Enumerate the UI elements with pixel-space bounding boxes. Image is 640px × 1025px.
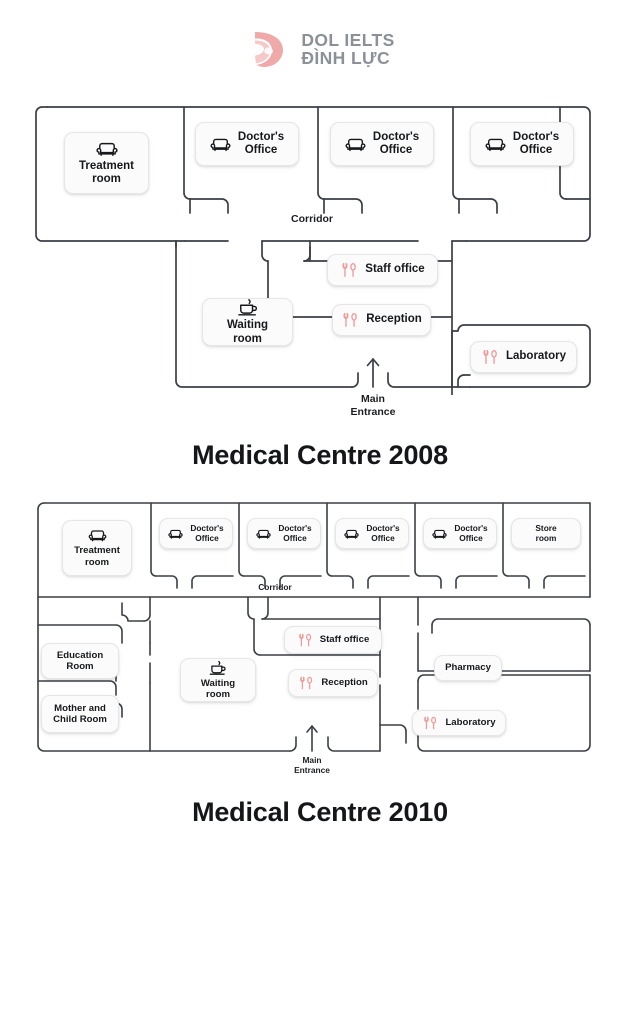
- room-label: Waiting room: [200, 677, 236, 700]
- room-label: Doctor's Office: [278, 522, 312, 543]
- brand-logo: DOL IELTS ĐÌNH LỰC: [0, 26, 640, 72]
- room-label: Mother and Child Room: [53, 702, 107, 725]
- room-chip-doctors-office-1[interactable]: Doctor's Office: [159, 518, 233, 549]
- room-chip-doctors-office-2[interactable]: Doctor's Office: [330, 122, 434, 166]
- cutlery-icon: [297, 632, 313, 648]
- room-chip-staff-office[interactable]: Staff office: [327, 254, 438, 286]
- room-chip-doctors-office-1[interactable]: Doctor's Office: [195, 122, 299, 166]
- cutlery-icon: [340, 261, 358, 279]
- room-chip-staff-office[interactable]: Staff office: [284, 626, 382, 654]
- room-chip-laboratory[interactable]: Laboratory: [470, 341, 577, 373]
- plan-title-2010: Medical Centre 2010: [192, 797, 448, 827]
- cutlery-icon: [481, 348, 499, 366]
- room-chip-doctors-office-4[interactable]: Doctor's Office: [423, 518, 497, 549]
- room-label: Waiting room: [226, 319, 269, 345]
- room-chip-education-room[interactable]: Education Room: [41, 643, 119, 679]
- room-chip-store-room[interactable]: Store room: [511, 518, 581, 549]
- room-chip-doctors-office-2[interactable]: Doctor's Office: [247, 518, 321, 549]
- room-label: Doctor's Office: [454, 522, 488, 543]
- corridor-label: Corridor: [291, 213, 333, 225]
- room-label: Doctor's Office: [237, 130, 285, 156]
- main-entrance-arrow-icon: [306, 725, 318, 752]
- room-chip-reception[interactable]: Reception: [288, 669, 378, 697]
- room-label: Laboratory: [505, 350, 567, 363]
- floor-plan-2008: Corridor Main Entrance Treatment room Do…: [0, 95, 640, 418]
- sofa-icon: [345, 136, 366, 153]
- plan-title-2008: Medical Centre 2008: [192, 440, 448, 470]
- room-label: Pharmacy: [445, 662, 491, 674]
- sofa-icon: [88, 528, 107, 543]
- room-label: Laboratory: [445, 717, 496, 729]
- room-chip-mother-and-child-room[interactable]: Mother and Child Room: [41, 695, 119, 733]
- room-label: Doctor's Office: [190, 522, 224, 543]
- sofa-icon: [256, 528, 271, 540]
- floor-plan-2010: Corridor Main Entrance Treatment room Do…: [0, 495, 640, 775]
- room-chip-treatment-room[interactable]: Treatment room: [62, 520, 132, 576]
- room-chip-waiting-room[interactable]: Waiting room: [180, 658, 256, 702]
- room-label: Doctor's Office: [512, 130, 560, 156]
- room-chip-doctors-office-3[interactable]: Doctor's Office: [335, 518, 409, 549]
- room-label: Staff office: [319, 634, 370, 646]
- cutlery-icon: [422, 715, 438, 731]
- room-chip-reception[interactable]: Reception: [332, 304, 431, 336]
- sofa-icon: [95, 140, 118, 158]
- room-label: Treatment room: [79, 159, 134, 185]
- room-chip-doctors-office-3[interactable]: Doctor's Office: [470, 122, 574, 166]
- logo-line-1: DOL IELTS: [301, 29, 395, 50]
- room-chip-laboratory[interactable]: Laboratory: [412, 710, 506, 736]
- dol-leaf-mark-icon: [245, 26, 291, 72]
- sofa-icon: [210, 136, 231, 153]
- sofa-icon: [485, 136, 506, 153]
- room-label: Doctor's Office: [366, 522, 400, 543]
- room-label: Treatment room: [74, 545, 120, 568]
- room-label: Education Room: [56, 649, 104, 672]
- diagram-page: DOL IELTS ĐÌNH LỰC Corridor Main Entranc…: [0, 0, 640, 1025]
- room-label: Reception: [366, 313, 422, 326]
- room-label: Store room: [535, 522, 557, 543]
- coffee-cup-icon: [236, 298, 260, 317]
- corridor-label: Corridor: [258, 582, 292, 592]
- room-label: Staff office: [365, 263, 425, 276]
- coffee-cup-icon: [208, 660, 228, 676]
- room-chip-treatment-room[interactable]: Treatment room: [64, 132, 149, 194]
- logo-line-2: ĐÌNH LỰC: [301, 48, 390, 68]
- room-label: Reception: [321, 677, 368, 689]
- sofa-icon: [432, 528, 447, 540]
- main-entrance-label: Main Entrance: [294, 755, 330, 776]
- sofa-icon: [168, 528, 183, 540]
- main-entrance-label: Main Entrance: [350, 393, 396, 418]
- room-chip-waiting-room[interactable]: Waiting room: [202, 298, 293, 346]
- room-chip-pharmacy[interactable]: Pharmacy: [434, 655, 502, 681]
- cutlery-icon: [298, 675, 314, 691]
- main-entrance-arrow-icon: [366, 358, 380, 388]
- room-label: Doctor's Office: [372, 130, 420, 156]
- cutlery-icon: [341, 311, 359, 329]
- sofa-icon: [344, 528, 359, 540]
